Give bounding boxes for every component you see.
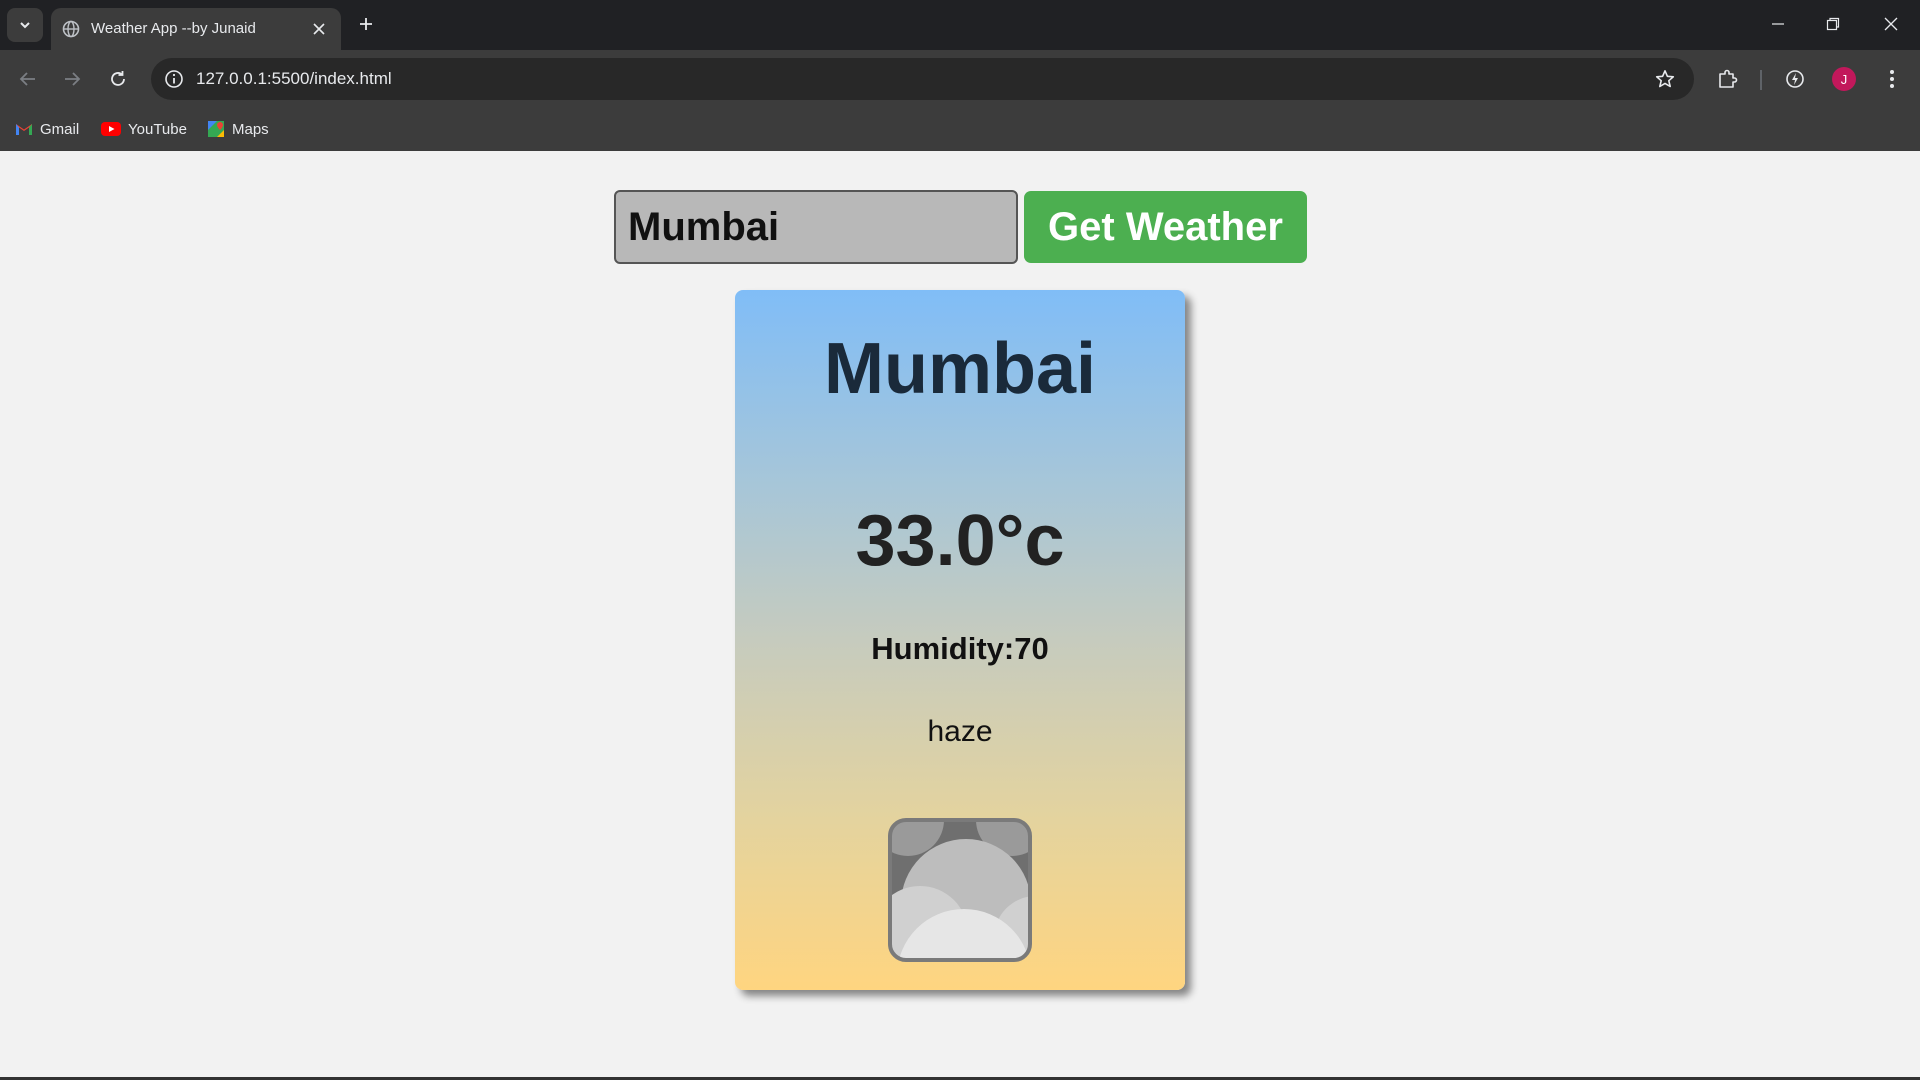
tab-close-button[interactable] <box>309 19 329 39</box>
bookmark-gmail[interactable]: Gmail <box>15 116 79 142</box>
site-info-button[interactable] <box>161 66 187 92</box>
arrow-left-icon <box>19 72 35 86</box>
forward-button[interactable] <box>57 64 87 94</box>
extensions-button[interactable] <box>1713 64 1743 94</box>
performance-button[interactable] <box>1780 64 1810 94</box>
close-icon <box>313 23 325 35</box>
browser-tab-bar: Weather App --by Junaid <box>0 0 1920 50</box>
bookmark-star-button[interactable] <box>1652 66 1678 92</box>
bookmark-label: Gmail <box>40 120 80 138</box>
new-tab-button[interactable] <box>353 11 379 37</box>
bookmarks-bar: Gmail YouTube Maps <box>0 108 1920 151</box>
bookmark-youtube[interactable]: YouTube <box>101 116 187 142</box>
minimize-icon <box>1772 23 1784 25</box>
gmail-icon <box>16 124 32 135</box>
bookmark-label: Maps <box>232 120 269 138</box>
humidity: Humidity:70 <box>871 631 1049 666</box>
info-icon <box>165 70 183 88</box>
tab-search-button[interactable] <box>7 8 43 42</box>
youtube-icon <box>101 122 121 136</box>
restore-button[interactable] <box>1813 9 1853 39</box>
minimize-button[interactable] <box>1758 9 1798 39</box>
page-content: Get Weather Mumbai 33.0°c Humidity:70 ha… <box>0 151 1920 1080</box>
globe-icon <box>62 20 80 38</box>
browser-menu-button[interactable] <box>1877 64 1907 94</box>
restore-icon <box>1826 17 1840 31</box>
maps-icon <box>208 121 224 137</box>
close-icon <box>1884 17 1898 31</box>
haze-icon <box>888 818 1032 962</box>
tab-title: Weather App --by Junaid <box>91 20 256 37</box>
chevron-down-icon <box>20 22 30 29</box>
toolbar-separator <box>1760 70 1762 90</box>
more-vert-icon <box>1890 70 1894 88</box>
reload-button[interactable] <box>103 64 133 94</box>
star-icon <box>1655 70 1675 88</box>
reload-icon <box>111 71 125 86</box>
close-window-button[interactable] <box>1871 9 1911 39</box>
plus-icon <box>360 18 372 30</box>
browser-tab[interactable]: Weather App --by Junaid <box>51 8 341 50</box>
browser-toolbar: 127.0.0.1:5500/index.html J <box>0 50 1920 108</box>
profile-avatar[interactable]: J <box>1832 67 1856 91</box>
city-name: Mumbai <box>823 329 1096 409</box>
address-bar[interactable]: 127.0.0.1:5500/index.html <box>151 58 1694 100</box>
temperature: 33.0°c <box>855 501 1065 581</box>
get-weather-button[interactable]: Get Weather <box>1024 191 1307 263</box>
performance-icon <box>1786 70 1804 88</box>
puzzle-icon <box>1719 69 1738 88</box>
bookmark-maps[interactable]: Maps <box>207 116 269 142</box>
weather-card: Mumbai 33.0°c Humidity:70 haze <box>735 290 1185 990</box>
city-search-input[interactable] <box>614 190 1018 264</box>
url-text: 127.0.0.1:5500/index.html <box>196 69 392 88</box>
bookmark-label: YouTube <box>128 120 187 138</box>
back-button[interactable] <box>13 64 43 94</box>
arrow-right-icon <box>65 72 81 86</box>
weather-description: haze <box>927 715 993 748</box>
